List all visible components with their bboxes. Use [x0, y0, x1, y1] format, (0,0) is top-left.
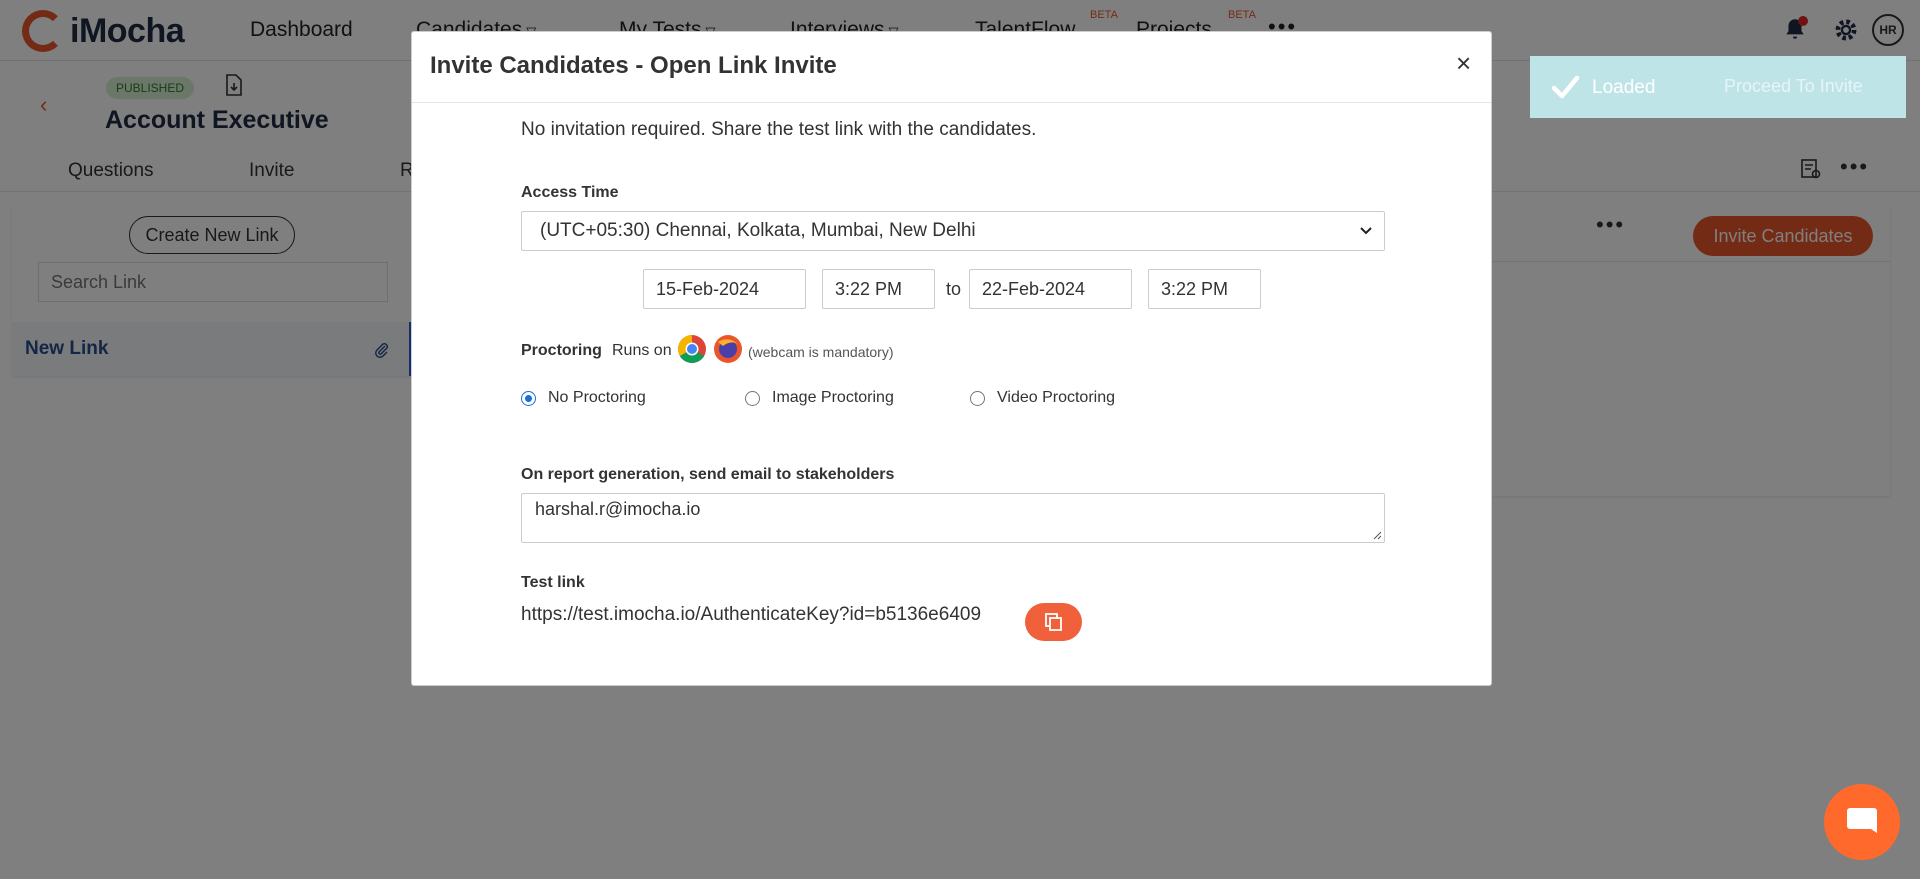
- stakeholder-email-textarea[interactable]: harshal.r@imocha.io: [521, 493, 1385, 543]
- modal-title: Invite Candidates - Open Link Invite: [430, 52, 837, 79]
- runs-on-label: Runs on: [612, 342, 672, 359]
- timezone-select[interactable]: (UTC+05:30) Chennai, Kolkata, Mumbai, Ne…: [521, 211, 1385, 251]
- test-link-label: Test link: [521, 574, 585, 591]
- resize-handle-icon[interactable]: [1372, 530, 1382, 540]
- toast-notification: Loaded Proceed To Invite: [1530, 56, 1906, 118]
- modal-body: No invitation required. Share the test l…: [412, 104, 1491, 686]
- radio-selected-icon: [521, 390, 536, 406]
- radio-video-proctoring[interactable]: Video Proctoring: [970, 389, 1115, 407]
- start-date-input[interactable]: 15-Feb-2024: [643, 269, 806, 309]
- report-email-label: On report generation, send email to stak…: [521, 466, 895, 483]
- invite-modal: Invite Candidates - Open Link Invite × N…: [411, 31, 1492, 686]
- timezone-value: (UTC+05:30) Chennai, Kolkata, Mumbai, Ne…: [540, 220, 976, 241]
- chrome-icon: [678, 335, 706, 363]
- firefox-icon: [714, 335, 742, 363]
- radio-image-proctoring[interactable]: Image Proctoring: [745, 389, 894, 407]
- proctoring-label: Proctoring: [521, 342, 602, 359]
- radio-no-proctoring[interactable]: No Proctoring: [521, 389, 646, 407]
- copy-icon: [1044, 613, 1062, 631]
- proceed-to-invite-button[interactable]: Proceed To Invite: [1724, 76, 1863, 97]
- stakeholder-email-value: harshal.r@imocha.io: [535, 499, 701, 519]
- access-time-label: Access Time: [521, 184, 619, 201]
- radio-label: Video Proctoring: [997, 389, 1115, 406]
- close-icon[interactable]: ×: [1456, 50, 1471, 76]
- copy-link-button[interactable]: [1025, 603, 1082, 641]
- webcam-note: (webcam is mandatory): [748, 344, 894, 360]
- radio-label: No Proctoring: [548, 389, 646, 406]
- radio-empty-icon: [745, 390, 760, 406]
- chevron-down-icon: [1360, 227, 1372, 235]
- toast-message: Loaded: [1592, 77, 1656, 98]
- chat-support-button[interactable]: [1824, 784, 1900, 860]
- to-label: to: [946, 279, 962, 299]
- start-time-input[interactable]: 3:22 PM: [822, 269, 935, 309]
- radio-empty-icon: [970, 390, 985, 406]
- check-icon: [1551, 75, 1580, 99]
- modal-header: Invite Candidates - Open Link Invite ×: [412, 32, 1491, 103]
- radio-label: Image Proctoring: [772, 389, 894, 406]
- end-time-input[interactable]: 3:22 PM: [1148, 269, 1261, 309]
- info-text: No invitation required. Share the test l…: [521, 119, 1037, 140]
- test-link-url[interactable]: https://test.imocha.io/AuthenticateKey?i…: [521, 604, 981, 626]
- chat-bubble-icon: [1847, 808, 1877, 833]
- end-date-input[interactable]: 22-Feb-2024: [969, 269, 1132, 309]
